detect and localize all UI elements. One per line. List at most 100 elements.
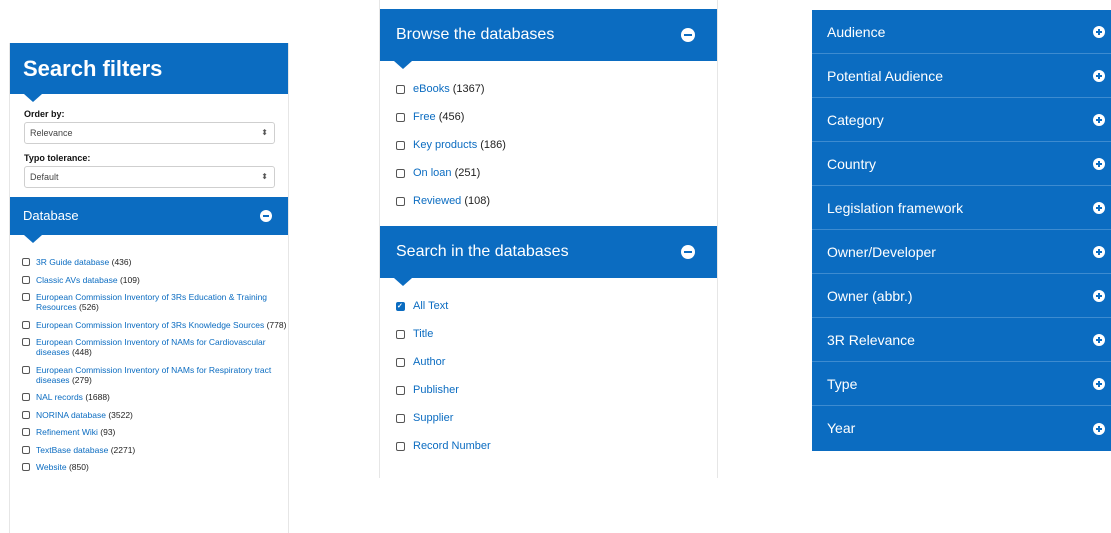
- database-link[interactable]: TextBase database: [36, 445, 108, 455]
- plus-circle-icon[interactable]: [1093, 422, 1105, 435]
- order-by-label: Order by:: [24, 109, 65, 119]
- list-item[interactable]: Classic AVs database (109): [22, 275, 288, 285]
- checkbox[interactable]: [396, 358, 405, 367]
- database-link[interactable]: Refinement Wiki: [36, 427, 98, 437]
- search-field-link[interactable]: Title: [413, 328, 433, 341]
- facet-owner-abbr[interactable]: Owner (abbr.): [812, 274, 1111, 318]
- list-item[interactable]: Author: [396, 356, 717, 369]
- plus-circle-icon[interactable]: [1093, 25, 1105, 38]
- minus-circle-icon[interactable]: [260, 210, 272, 222]
- search-field-link[interactable]: Record Number: [413, 440, 491, 453]
- browse-section-header[interactable]: Browse the databases: [380, 9, 717, 69]
- list-item[interactable]: All Text: [396, 300, 717, 313]
- facet-type[interactable]: Type: [812, 362, 1111, 406]
- facet-owner-developer[interactable]: Owner/Developer: [812, 230, 1111, 274]
- browse-list: eBooks (1367) Free (456) Key products (1…: [380, 61, 717, 208]
- plus-circle-icon[interactable]: [1093, 113, 1105, 126]
- database-link[interactable]: NORINA database: [36, 410, 106, 420]
- plus-circle-icon[interactable]: [1093, 333, 1105, 346]
- order-by-select[interactable]: Relevance ⬍: [24, 122, 275, 144]
- database-link[interactable]: Website: [36, 462, 67, 472]
- browse-link[interactable]: On loan: [413, 167, 452, 179]
- list-item[interactable]: European Commission Inventory of NAMs fo…: [22, 365, 288, 385]
- checkbox[interactable]: [22, 320, 30, 329]
- facet-category[interactable]: Category: [812, 98, 1111, 142]
- list-item[interactable]: European Commission Inventory of 3Rs Edu…: [22, 292, 288, 312]
- search-in-list: All Text Title Author Publisher Supplier…: [380, 278, 717, 453]
- list-item[interactable]: Reviewed (108): [396, 195, 717, 208]
- database-link[interactable]: NAL records: [36, 392, 83, 402]
- facet-year[interactable]: Year: [812, 406, 1111, 451]
- list-item[interactable]: On loan (251): [396, 167, 717, 180]
- list-item[interactable]: Title: [396, 328, 717, 341]
- database-link[interactable]: European Commission Inventory of NAMs fo…: [36, 337, 266, 357]
- list-item[interactable]: TextBase database (2271): [22, 445, 288, 455]
- list-item[interactable]: Free (456): [396, 111, 717, 124]
- checkbox[interactable]: [22, 410, 30, 419]
- checkbox[interactable]: [396, 141, 405, 150]
- list-item[interactable]: Website (850): [22, 462, 288, 472]
- facet-potential-audience[interactable]: Potential Audience: [812, 54, 1111, 98]
- facet-3r-relevance[interactable]: 3R Relevance: [812, 318, 1111, 362]
- checkbox[interactable]: [22, 338, 30, 346]
- facet-audience[interactable]: Audience: [812, 10, 1111, 54]
- facet-country[interactable]: Country: [812, 142, 1111, 186]
- browse-link[interactable]: Reviewed: [413, 195, 461, 207]
- database-link[interactable]: European Commission Inventory of 3Rs Edu…: [36, 292, 267, 312]
- minus-circle-icon[interactable]: [681, 28, 695, 42]
- search-field-link[interactable]: Publisher: [413, 384, 459, 397]
- browse-link[interactable]: Free: [413, 111, 436, 123]
- checkbox[interactable]: [396, 197, 405, 206]
- checkbox[interactable]: [396, 330, 405, 339]
- item-count: (108): [464, 195, 491, 207]
- checkbox[interactable]: [396, 85, 405, 94]
- database-link[interactable]: Classic AVs database: [36, 275, 118, 285]
- checkbox[interactable]: [22, 428, 30, 436]
- list-item[interactable]: Supplier: [396, 412, 717, 425]
- plus-circle-icon[interactable]: [1093, 245, 1105, 258]
- list-item[interactable]: NORINA database (3522): [22, 410, 288, 420]
- list-item[interactable]: eBooks (1367): [396, 83, 717, 96]
- plus-circle-icon[interactable]: [1093, 69, 1105, 82]
- search-field-link[interactable]: Supplier: [413, 412, 453, 425]
- minus-circle-icon[interactable]: [681, 245, 695, 259]
- browse-link[interactable]: Key products: [413, 139, 477, 151]
- database-link[interactable]: European Commission Inventory of 3Rs Kno…: [36, 320, 264, 330]
- list-item[interactable]: Refinement Wiki (93): [22, 427, 288, 437]
- item-count: (850): [68, 462, 89, 472]
- list-item[interactable]: European Commission Inventory of 3Rs Kno…: [22, 320, 288, 330]
- up-down-chevron-icon: ⬍: [261, 128, 268, 137]
- checkbox[interactable]: [22, 275, 30, 284]
- plus-circle-icon[interactable]: [1093, 157, 1105, 170]
- database-section-header[interactable]: Database: [10, 197, 288, 243]
- item-count: (1688): [85, 392, 110, 402]
- search-field-link[interactable]: Author: [413, 356, 445, 369]
- browse-link[interactable]: eBooks: [413, 83, 450, 95]
- search-in-section-header[interactable]: Search in the databases: [380, 226, 717, 286]
- checkbox[interactable]: [22, 393, 30, 401]
- checkbox[interactable]: [22, 293, 30, 301]
- checkbox[interactable]: [22, 445, 30, 454]
- search-field-link[interactable]: All Text: [413, 300, 448, 313]
- list-item[interactable]: Key products (186): [396, 139, 717, 152]
- checkbox[interactable]: [22, 463, 30, 471]
- list-item[interactable]: Record Number: [396, 440, 717, 453]
- plus-circle-icon[interactable]: [1093, 289, 1105, 302]
- checkbox[interactable]: [396, 169, 405, 178]
- facet-legislation-framework[interactable]: Legislation framework: [812, 186, 1111, 230]
- list-item[interactable]: European Commission Inventory of NAMs fo…: [22, 337, 288, 357]
- list-item[interactable]: Publisher: [396, 384, 717, 397]
- typo-tolerance-select[interactable]: Default ⬍: [24, 166, 275, 188]
- list-item[interactable]: NAL records (1688): [22, 392, 288, 402]
- database-link[interactable]: 3R Guide database: [36, 257, 109, 267]
- checkbox[interactable]: [396, 386, 405, 395]
- checkbox[interactable]: [396, 414, 405, 423]
- plus-circle-icon[interactable]: [1093, 377, 1105, 390]
- checkbox[interactable]: [22, 258, 30, 266]
- checkbox[interactable]: [396, 442, 405, 451]
- list-item[interactable]: 3R Guide database (436): [22, 257, 288, 267]
- checkbox[interactable]: [22, 365, 30, 374]
- checkbox-checked[interactable]: [396, 300, 405, 313]
- plus-circle-icon[interactable]: [1093, 201, 1105, 214]
- checkbox[interactable]: [396, 113, 405, 122]
